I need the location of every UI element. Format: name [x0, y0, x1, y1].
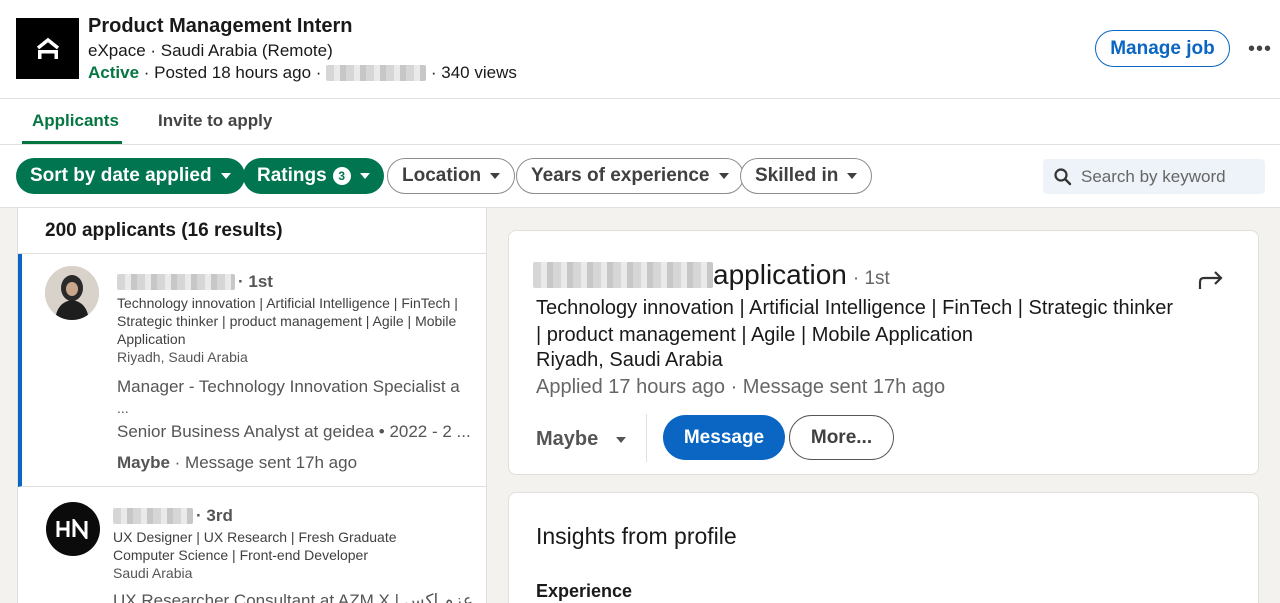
message-button[interactable]: Message [663, 415, 785, 460]
detail-degree: · 1st [852, 268, 890, 289]
company-logo[interactable] [16, 18, 79, 79]
caret-down-icon [847, 173, 858, 179]
caret-down-icon [359, 173, 370, 179]
blurred-name [113, 508, 193, 524]
rating-label: Maybe [117, 453, 170, 472]
avatar[interactable] [45, 266, 99, 320]
connection-degree: · 1st [238, 272, 273, 291]
avatar-photo-icon [45, 266, 99, 320]
avatar-logo-icon [56, 519, 88, 539]
tab-invite-to-apply[interactable]: Invite to apply [158, 111, 272, 131]
applicant-location: Saudi Arabia [113, 565, 193, 581]
search-placeholder: Search by keyword [1081, 166, 1226, 186]
caret-down-icon [490, 173, 501, 179]
search-icon [1054, 167, 1072, 185]
blurred-name [117, 274, 235, 290]
more-options-icon[interactable]: ••• [1248, 38, 1272, 61]
applicant-card[interactable]: · 3rd UX Designer | UX Research | Fresh … [18, 488, 486, 603]
job-title[interactable]: Product Management Intern [88, 15, 352, 38]
applicant-count: 200 applicants (16 results) [45, 220, 283, 241]
skilled-in-filter[interactable]: Skilled in [740, 158, 873, 194]
sort-label: Sort by date applied [30, 165, 212, 186]
ratings-label: Ratings [257, 165, 327, 186]
applicant-experience-more: ... [117, 400, 129, 416]
caret-down-icon [220, 173, 231, 179]
ratings-count-badge: 3 [332, 167, 351, 185]
applicant-list: 200 applicants (16 results) · 1st Techno… [17, 208, 487, 603]
message-status: · Message sent 17h ago [169, 453, 358, 472]
connection-degree: · 3rd [196, 506, 233, 525]
job-company-location: eXpace · Saudi Arabia (Remote) [88, 41, 333, 60]
detail-headline: Technology innovation | Artificial Intel… [536, 297, 1174, 346]
applicant-experience: UX Researcher Consultant at AZM X | عزم … [113, 591, 473, 603]
applicant-card[interactable]: · 1st Technology innovation | Artificial… [18, 254, 486, 487]
years-label: Years of experience [531, 165, 710, 186]
job-posted: · Posted 18 hours ago · [139, 63, 327, 82]
ratings-filter[interactable]: Ratings 3 [243, 158, 384, 194]
applicant-location: Riyadh, Saudi Arabia [117, 349, 248, 365]
applicant-headline: UX Designer | UX Research | Fresh Gradua… [113, 529, 397, 563]
divider [646, 414, 647, 462]
detail-title: application · 1st [533, 259, 890, 291]
location-label: Location [402, 165, 482, 186]
avatar[interactable] [46, 502, 100, 556]
rating-dropdown[interactable]: Maybe [536, 428, 627, 451]
experience-heading: Experience [536, 581, 633, 601]
filter-bar: Sort by date applied Ratings 3 Location … [0, 145, 1280, 208]
list-header: 200 applicants (16 results) [18, 208, 486, 254]
applicant-detail-card: application · 1st Technology innovation … [508, 230, 1259, 475]
share-arrow-icon [1198, 271, 1223, 289]
insights-card: Insights from profile Experience [508, 492, 1259, 603]
rating-value: Maybe [536, 428, 599, 450]
insights-title: Insights from profile [536, 523, 737, 549]
applicant-experience: Manager - Technology Innovation Speciali… [117, 377, 460, 396]
applicant-status: Maybe · Message sent 17h ago [117, 453, 357, 473]
location-filter[interactable]: Location [387, 158, 516, 194]
job-header: Product Management Intern eXpace · Saudi… [0, 0, 1280, 99]
more-button[interactable]: More... [789, 415, 894, 460]
share-icon[interactable] [1197, 269, 1225, 296]
job-status: Active [88, 63, 140, 82]
job-meta: Active · Posted 18 hours ago · · 340 vie… [88, 63, 517, 83]
years-experience-filter[interactable]: Years of experience [516, 158, 744, 194]
job-views: · 340 views [426, 63, 517, 82]
blurred-applicant-name [533, 262, 713, 288]
caret-down-icon [718, 173, 729, 179]
sort-dropdown[interactable]: Sort by date applied [16, 158, 245, 194]
blurred-poster [326, 65, 427, 81]
manage-job-button[interactable]: Manage job [1095, 30, 1230, 67]
active-tab-indicator [22, 141, 122, 144]
applicant-name-line[interactable]: · 3rd [113, 506, 233, 526]
applicant-experience: Senior Business Analyst at geidea • 2022… [117, 422, 471, 441]
caret-down-icon [616, 436, 627, 443]
detail-location: Riyadh, Saudi Arabia [536, 349, 723, 371]
detail-applied-status: Applied 17 hours ago · Message sent 17h … [536, 376, 946, 398]
tab-bar: Applicants Invite to apply [0, 99, 1280, 145]
company-logo-icon [36, 37, 59, 59]
applicant-headline: Technology innovation | Artificial Intel… [117, 295, 458, 347]
skilled-label: Skilled in [755, 165, 839, 186]
detail-title-suffix: application [713, 259, 847, 290]
applicant-name-line[interactable]: · 1st [117, 272, 273, 292]
search-input[interactable]: Search by keyword [1043, 159, 1265, 194]
tab-applicants[interactable]: Applicants [32, 111, 119, 131]
